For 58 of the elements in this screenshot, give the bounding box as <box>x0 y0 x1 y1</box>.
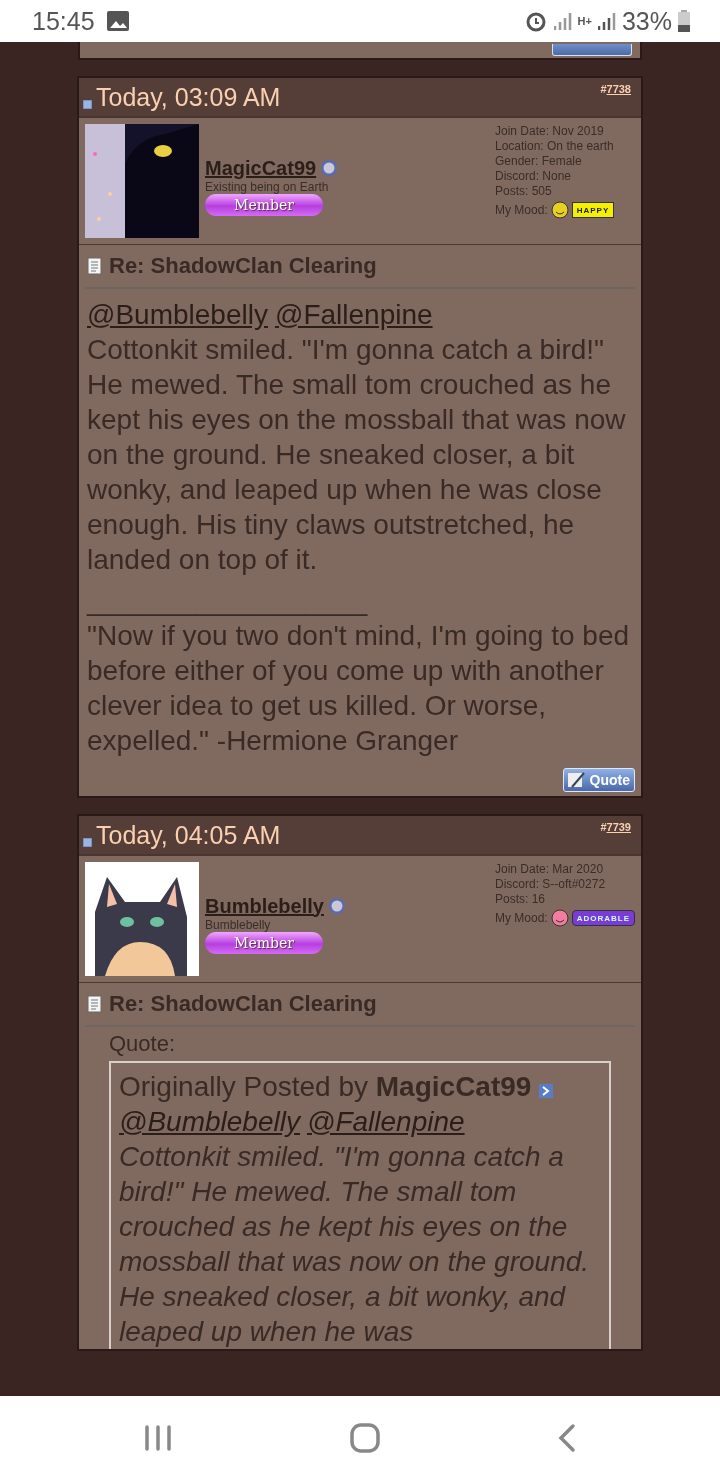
signal-icon <box>553 11 572 31</box>
mood-face-icon <box>550 201 569 219</box>
document-icon <box>87 257 103 275</box>
back-icon[interactable] <box>557 1423 578 1453</box>
mood-badge: HAPPY <box>571 202 615 218</box>
mention-link[interactable]: @Fallenpine <box>274 297 433 332</box>
user-info-line: Location: On the earth <box>495 139 615 154</box>
mood-label: My Mood: <box>495 910 548 926</box>
post-icon <box>83 99 92 109</box>
user-info-line: Discord: None <box>495 169 573 184</box>
mood-face-icon <box>550 909 569 927</box>
user-info-line: Discord: S--oft#0272 <box>495 877 607 892</box>
user-info-line: Posts: 16 <box>495 892 547 907</box>
post-date: Today, 03:09 AM <box>96 82 281 112</box>
user-info-line: Join Date: Mar 2020 <box>495 862 605 877</box>
username-link[interactable]: Bumblebelly <box>205 894 324 918</box>
post-title: Re: ShadowClan Clearing <box>109 991 377 1017</box>
mood-badge: ADORABLE <box>571 910 635 926</box>
message-text: Cottonkit smiled. "I'm gonna catch a bird!" He mewed. The small tom crouched as he kept his eyes on the mossball that was now on the ground. He sneaked closer, a bit wonky, and leaped up when he was close enough. His tiny claws outstretched, he landed on top of it. <box>87 333 627 577</box>
recent-apps-icon[interactable] <box>142 1425 173 1451</box>
user-info-line: Join Date: Nov 2019 <box>495 124 605 139</box>
battery-percent: 33% <box>621 6 672 36</box>
quote-button[interactable]: Quote <box>562 768 635 792</box>
view-post-icon[interactable] <box>539 1083 554 1098</box>
post-number-link[interactable]: 7738 <box>606 83 631 95</box>
user-title: Bumblebelly <box>205 917 272 932</box>
clock: 15:45 <box>32 6 95 36</box>
post-number: #7738 <box>600 83 631 95</box>
user-info-line: Posts: 505 <box>495 184 553 199</box>
rank-badge: Member <box>205 931 323 954</box>
post-icon <box>83 837 92 847</box>
quote-text: Cottonkit smiled. "I'm gonna catch a bird!" He mewed. The small tom crouched as he kept his eyes on the mossball that was now on the ground. He sneaked closer, a bit wonky, and leaped up when he was <box>119 1140 591 1349</box>
document-icon <box>87 995 103 1013</box>
mood-label: My Mood: <box>495 202 548 218</box>
rank-badge: Member <box>205 193 323 216</box>
quote-label: Quote: <box>108 1030 177 1058</box>
user-title: Existing being on Earth <box>205 179 330 194</box>
signature-rule: __________________ <box>87 584 369 618</box>
quote-button[interactable] <box>552 44 632 56</box>
image-icon <box>106 11 129 31</box>
status-orb-icon <box>327 897 346 915</box>
pencil-paper-icon <box>565 771 588 789</box>
mention-link[interactable]: @Bumblebelly <box>87 297 268 332</box>
quote-author: Originally Posted by MagicCat99 <box>119 1070 532 1104</box>
status-orb-icon <box>320 159 339 177</box>
post-number-link[interactable]: 7739 <box>606 821 631 833</box>
signature-text: "Now if you two don't mind, I'm going to bed before either of you come up with another clever idea to get us killed. Or worse, expelled." -Hermione Granger <box>87 619 631 758</box>
user-info-line: Gender: Female <box>495 154 583 169</box>
post-title: Re: ShadowClan Clearing <box>109 253 377 279</box>
mention-link[interactable]: @Bumblebelly <box>119 1104 300 1139</box>
mention-link[interactable]: @Fallenpine <box>306 1104 465 1139</box>
battery-icon <box>678 10 690 32</box>
home-icon[interactable] <box>350 1423 380 1453</box>
network-type: H+ <box>577 16 592 26</box>
post-date: Today, 04:05 AM <box>96 820 281 850</box>
post-number: #7739 <box>600 821 631 833</box>
username-link[interactable]: MagicCat99 <box>205 156 317 180</box>
signal-icon <box>597 11 616 31</box>
